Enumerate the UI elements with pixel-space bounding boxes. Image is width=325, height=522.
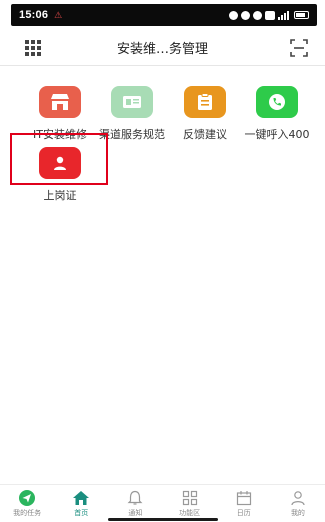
tab-my-tasks[interactable]: 我的任务 [0,485,54,522]
phone-icon [256,86,298,118]
tab-label: 功能区 [179,509,201,517]
tab-functions[interactable]: 功能区 [163,485,217,522]
send-icon [17,489,37,507]
tab-profile[interactable]: 我的 [271,485,325,522]
location-icon [241,10,250,20]
clipboard-icon [184,86,226,118]
home-icon [71,489,91,507]
battery-icon [294,11,309,19]
page-title: 安装维…务管理 [116,42,208,57]
tab-calendar[interactable]: 日历 [217,485,271,522]
hd-icon [265,10,275,20]
scan-icon[interactable] [290,39,308,57]
app-label: 反馈建议 [183,128,227,141]
selection-highlight [10,133,108,185]
app-hotline-400[interactable]: 一键呼入400 [241,86,313,142]
tab-label: 日历 [236,509,251,517]
home-indicator[interactable] [108,518,218,521]
sync-icon [253,10,262,20]
app-header: 安装维…务管理 [0,30,325,66]
storefront-icon [39,86,81,118]
person-icon [288,489,308,507]
tab-label: 通知 [128,509,143,517]
tab-label: 我的 [290,509,305,517]
alarm-icon [229,10,238,20]
tab-label: 我的任务 [13,509,42,517]
bottom-tab-bar: 我的任务 首页 通知 功能区 日历 我的 [0,484,325,522]
signal-icon [278,10,289,20]
app-label: 渠道服务规范 [99,128,165,141]
alert-icon: ⚠ [54,9,63,20]
status-bar: 15:06 ⚠ [11,4,317,26]
bell-icon [125,489,145,507]
status-icons [229,10,309,20]
tab-notifications[interactable]: 通知 [108,485,162,522]
status-time: 15:06 [19,9,49,21]
grid-icon [180,489,200,507]
app-feedback[interactable]: 反馈建议 [169,86,241,142]
id-card-icon [111,86,153,118]
app-label: 上岗证 [43,189,77,202]
tab-label: 首页 [74,509,89,517]
app-label: 一键呼入400 [244,128,310,141]
tab-home[interactable]: 首页 [54,485,108,522]
calendar-icon [234,489,254,507]
